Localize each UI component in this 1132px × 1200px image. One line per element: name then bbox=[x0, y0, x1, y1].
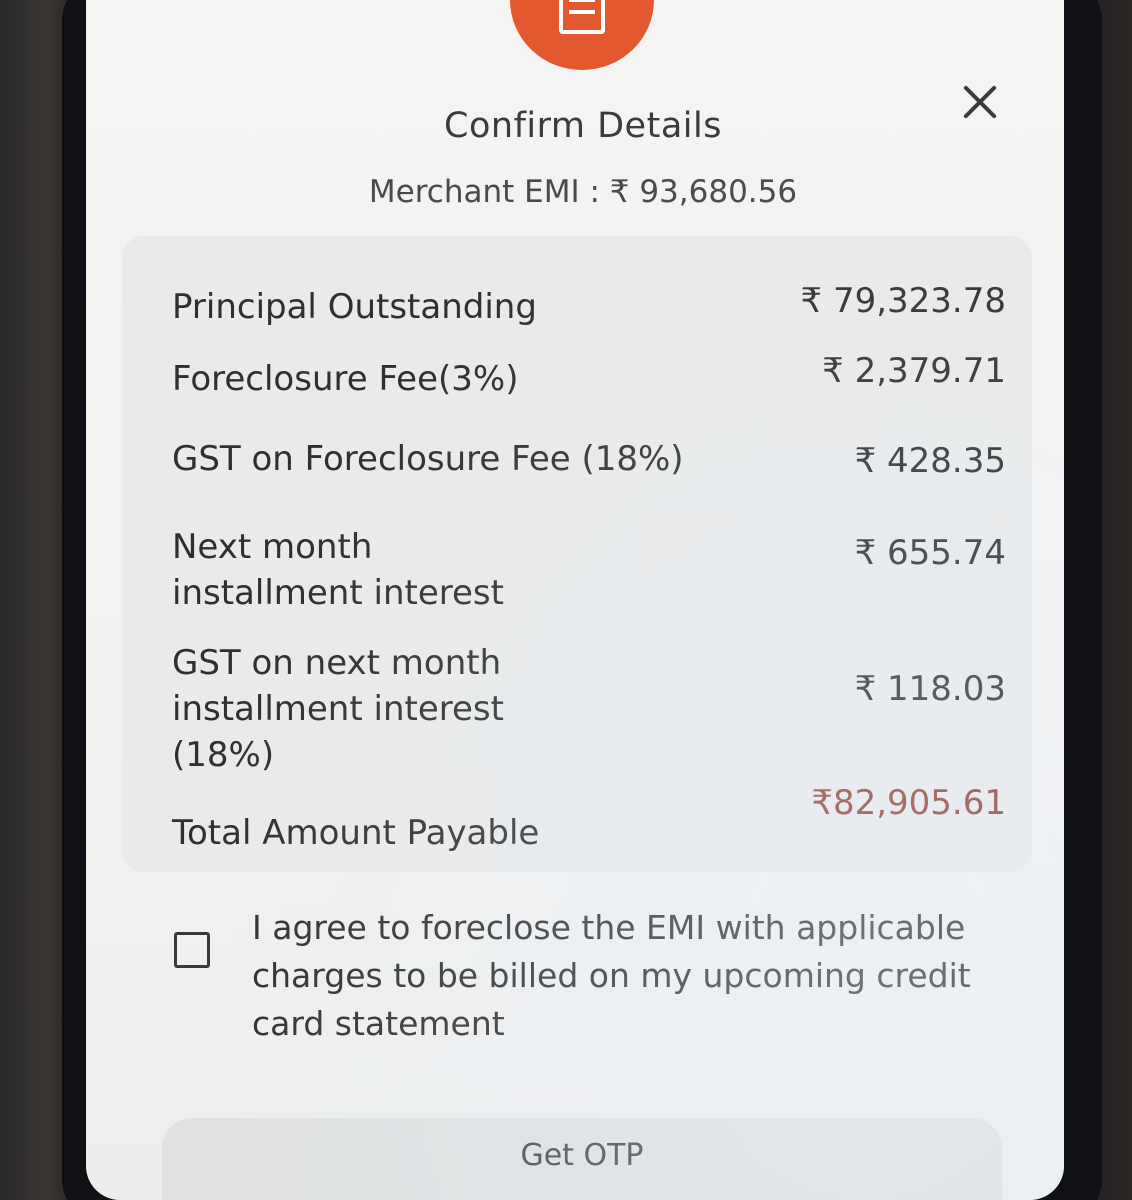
document-list-icon bbox=[559, 0, 605, 34]
detail-label: Foreclosure Fee(3%) bbox=[172, 359, 519, 399]
phone-screen: Confirm Details Merchant EMI : ₹ 93,680.… bbox=[86, 0, 1064, 1200]
detail-value: ₹ 428.35 bbox=[854, 441, 1006, 481]
detail-label: Total Amount Payable bbox=[172, 813, 540, 853]
get-otp-button[interactable]: Get OTP bbox=[162, 1118, 1002, 1200]
photo-backdrop: Confirm Details Merchant EMI : ₹ 93,680.… bbox=[0, 0, 1132, 1200]
total-amount-value: ₹82,905.61 bbox=[811, 783, 1006, 823]
merchant-emi-amount: Merchant EMI : ₹ 93,680.56 bbox=[368, 174, 798, 210]
detail-label: Next month installment interest bbox=[172, 527, 504, 613]
dialog-title: Confirm Details bbox=[444, 106, 722, 146]
header-badge bbox=[510, 0, 654, 70]
consent-checkbox[interactable] bbox=[174, 932, 210, 968]
detail-value: ₹ 118.03 bbox=[854, 669, 1006, 709]
detail-value: ₹ 655.74 bbox=[854, 533, 1006, 573]
detail-value: ₹ 79,323.78 bbox=[800, 281, 1006, 321]
consent-text: I agree to foreclose the EMI with applic… bbox=[252, 908, 971, 1043]
detail-label: Principal Outstanding bbox=[172, 287, 537, 327]
detail-label: GST on next month installment interest (… bbox=[172, 643, 504, 775]
detail-value: ₹ 2,379.71 bbox=[822, 351, 1006, 391]
details-card: Principal Outstanding ₹ 79,323.78 Forecl… bbox=[122, 236, 1032, 872]
get-otp-label: Get OTP bbox=[520, 1138, 644, 1173]
detail-label: GST on Foreclosure Fee (18%) bbox=[172, 439, 684, 479]
